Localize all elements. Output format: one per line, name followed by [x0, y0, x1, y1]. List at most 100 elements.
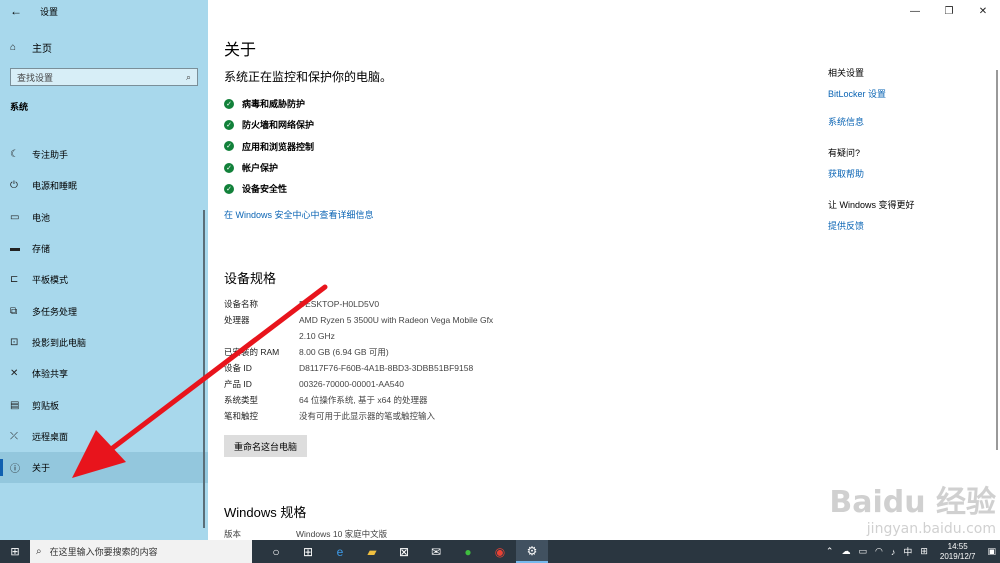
sidebar-item-power[interactable]: ⏻ 电源和睡眠 — [0, 170, 208, 201]
chevron-up-icon[interactable]: ⌃ — [826, 546, 834, 557]
chrome-icon[interactable]: ◉ — [484, 540, 516, 563]
main-content: — ❐ ✕ 关于 系统正在监控和保护你的电脑。 ✓ 病毒和威胁防护 ✓ 防火墙和网络… — [208, 0, 1000, 540]
device-spec-title: 设备规格 — [224, 271, 277, 286]
sidebar-item-remote[interactable]: ⤫ 远程桌面 — [0, 421, 208, 452]
rename-pc-button[interactable]: 重命名这台电脑 — [224, 435, 307, 457]
edge-icon[interactable]: e — [324, 540, 356, 563]
sidebar-item-multitask[interactable]: ⧉ 多任务处理 — [0, 295, 208, 326]
clipboard-icon: ▤ — [10, 399, 20, 411]
spec-value: DESKTOP-H0LD5V0 — [299, 299, 380, 309]
tablet-icon: ⊏ — [10, 274, 19, 286]
clock-date: 2019/12/7 — [939, 551, 976, 561]
sidebar-item-focus-assist[interactable]: ☾ 专注助手 — [0, 139, 208, 170]
sidebar-item-storage[interactable]: ▬ 存储 — [0, 233, 208, 264]
sidebar-item-label: 投影到此电脑 — [32, 337, 87, 348]
moon-icon: ☾ — [10, 149, 19, 161]
settings-search-input[interactable]: 查找设置 ⌕ — [10, 68, 198, 86]
keyboard-icon[interactable]: ⊞ — [920, 546, 928, 557]
sidebar-item-label: 电源和睡眠 — [32, 181, 78, 192]
spec-row: 处理器 AMD Ryzen 5 3500U with Radeon Vega Mo… — [224, 312, 549, 328]
power-icon: ⏻ — [10, 180, 18, 192]
sidebar-item-label: 存储 — [32, 244, 51, 255]
spec-row: 已安装的 RAM 8.00 GB (6.94 GB 可用) — [224, 344, 549, 360]
sidebar-item-label: 专注助手 — [32, 150, 69, 161]
remote-icon: ⤫ — [10, 430, 18, 442]
project-icon: ⊡ — [10, 336, 19, 348]
sidebar-item-label: 剪贴板 — [32, 400, 60, 411]
file-explorer-icon[interactable]: ▰ — [356, 540, 388, 563]
taskbar: ⊞ ⌕ 在这里输入你要搜索的内容 ○ ⊞ e ▰ ⊠ ✉ ● ◉ ⚙ ⌃ ☁ ▭… — [0, 540, 1000, 563]
sidebar-item-tablet[interactable]: ⊏ 平板模式 — [0, 264, 208, 295]
main-scrollbar[interactable] — [996, 70, 998, 450]
taskbar-search-placeholder: 在这里输入你要搜索的内容 — [49, 547, 158, 557]
get-help-link[interactable]: 获取帮助 — [828, 167, 915, 180]
feedback-link[interactable]: 提供反馈 — [828, 219, 915, 232]
spec-value: 00326-70000-00001-AA540 — [299, 379, 404, 389]
volume-icon[interactable]: ♪ — [891, 547, 896, 557]
baidu-watermark: Baidu 经验 jingyan.baidu.com — [829, 477, 996, 537]
meeting-icon[interactable]: ⊞ — [292, 540, 324, 563]
wechat-icon[interactable]: ● — [452, 540, 484, 563]
security-center-link[interactable]: 在 Windows 安全中心中查看详细信息 — [224, 208, 374, 221]
battery-icon: ▭ — [10, 211, 20, 223]
spec-row: 设备名称 DESKTOP-H0LD5V0 — [224, 296, 549, 312]
wifi-icon[interactable]: ◠ — [875, 546, 883, 557]
sidebar-item-label: 平板模式 — [32, 275, 69, 286]
sidebar-scrollbar[interactable] — [203, 210, 205, 528]
sidebar-item-label: 远程桌面 — [32, 431, 69, 442]
protection-heading: 系统正在监控和保护你的电脑。 — [224, 70, 393, 84]
section-title: 系统 — [10, 102, 29, 112]
cloud-icon[interactable]: ☁ — [841, 546, 850, 557]
battery-tray-icon[interactable]: ▭ — [858, 546, 867, 557]
windows-start-icon[interactable]: ⊞ — [0, 540, 30, 563]
search-icon: ⌕ — [185, 71, 191, 82]
maximize-icon[interactable]: ❐ — [932, 0, 966, 22]
clock[interactable]: 14:55 2019/12/7 — [940, 542, 976, 562]
sidebar-item-project[interactable]: ⊡ 投影到此电脑 — [0, 327, 208, 358]
sidebar-item-about[interactable]: ⓘ 关于 — [0, 451, 208, 484]
spec-row: 笔和触控 没有可用于此显示器的笔或触控输入 — [224, 408, 549, 424]
settings-gear-icon[interactable]: ⚙ — [516, 540, 548, 563]
notification-icon[interactable]: ▣ — [987, 546, 996, 557]
sidebar-item-label: 多任务处理 — [32, 306, 78, 317]
spec-row: 产品 ID 00326-70000-00001-AA540 — [224, 376, 549, 392]
list-item: ✓ 帐户保护 — [224, 157, 314, 178]
spec-key: 笔和触控 — [224, 411, 259, 421]
search-placeholder: 查找设置 — [17, 72, 54, 83]
protection-label: 应用和浏览器控制 — [242, 141, 315, 152]
improve-heading: 让 Windows 变得更好 — [828, 200, 915, 210]
bitlocker-link[interactable]: BitLocker 设置 — [828, 87, 915, 100]
search-icon: ⌕ — [36, 546, 42, 557]
check-icon: ✓ — [224, 141, 234, 152]
sidebar-item-label: 关于 — [32, 463, 51, 474]
spec-row: 2.10 GHz — [224, 328, 549, 344]
taskbar-search-input[interactable]: ⌕ 在这里输入你要搜索的内容 — [30, 540, 252, 563]
home-nav-item[interactable]: ⌂ 主页 — [0, 36, 208, 58]
sidebar-item-label: 电池 — [32, 212, 51, 223]
sidebar-item-battery[interactable]: ▭ 电池 — [0, 202, 208, 233]
task-view-icon[interactable]: ○ — [260, 540, 292, 563]
check-icon: ✓ — [224, 98, 234, 109]
protection-label: 防火墙和网络保护 — [242, 120, 315, 131]
watermark-brand: Baidu 经验 — [829, 485, 996, 520]
sidebar-item-clipboard[interactable]: ▤ 剪贴板 — [0, 389, 208, 420]
spec-value: 8.00 GB (6.94 GB 可用) — [299, 347, 389, 357]
spec-key: 设备 ID — [224, 363, 252, 373]
home-label: 主页 — [32, 43, 52, 55]
system-tray: ⌃ ☁ ▭ ◠ ♪ 中 ⊞ 14:55 2019/12/7 ▣ — [822, 540, 1000, 563]
windows-spec-row: 版本 Windows 10 家庭中文版 — [224, 528, 387, 540]
system-info-link[interactable]: 系统信息 — [828, 115, 915, 128]
mail-icon[interactable]: ✉ — [420, 540, 452, 563]
spec-key: 系统类型 — [224, 395, 259, 405]
store-icon[interactable]: ⊠ — [388, 540, 420, 563]
sidebar-nav: ☾ 专注助手 ⏻ 电源和睡眠 ▭ 电池 ▬ 存储 ⊏ 平板模式 ⧉ 多任务处理 … — [0, 139, 208, 484]
related-heading: 相关设置 — [828, 68, 865, 78]
storage-icon: ▬ — [10, 243, 20, 255]
device-specs: 设备名称 DESKTOP-H0LD5V0 处理器 AMD Ryzen 5 3500U… — [224, 296, 549, 424]
spec-value: 2.10 GHz — [299, 331, 335, 341]
close-icon[interactable]: ✕ — [966, 0, 1000, 22]
sidebar-item-share[interactable]: ✕ 体验共享 — [0, 358, 208, 389]
minimize-icon[interactable]: — — [898, 0, 932, 22]
back-arrow-icon[interactable]: ← — [10, 4, 30, 18]
input-lang[interactable]: 中 — [903, 545, 912, 558]
